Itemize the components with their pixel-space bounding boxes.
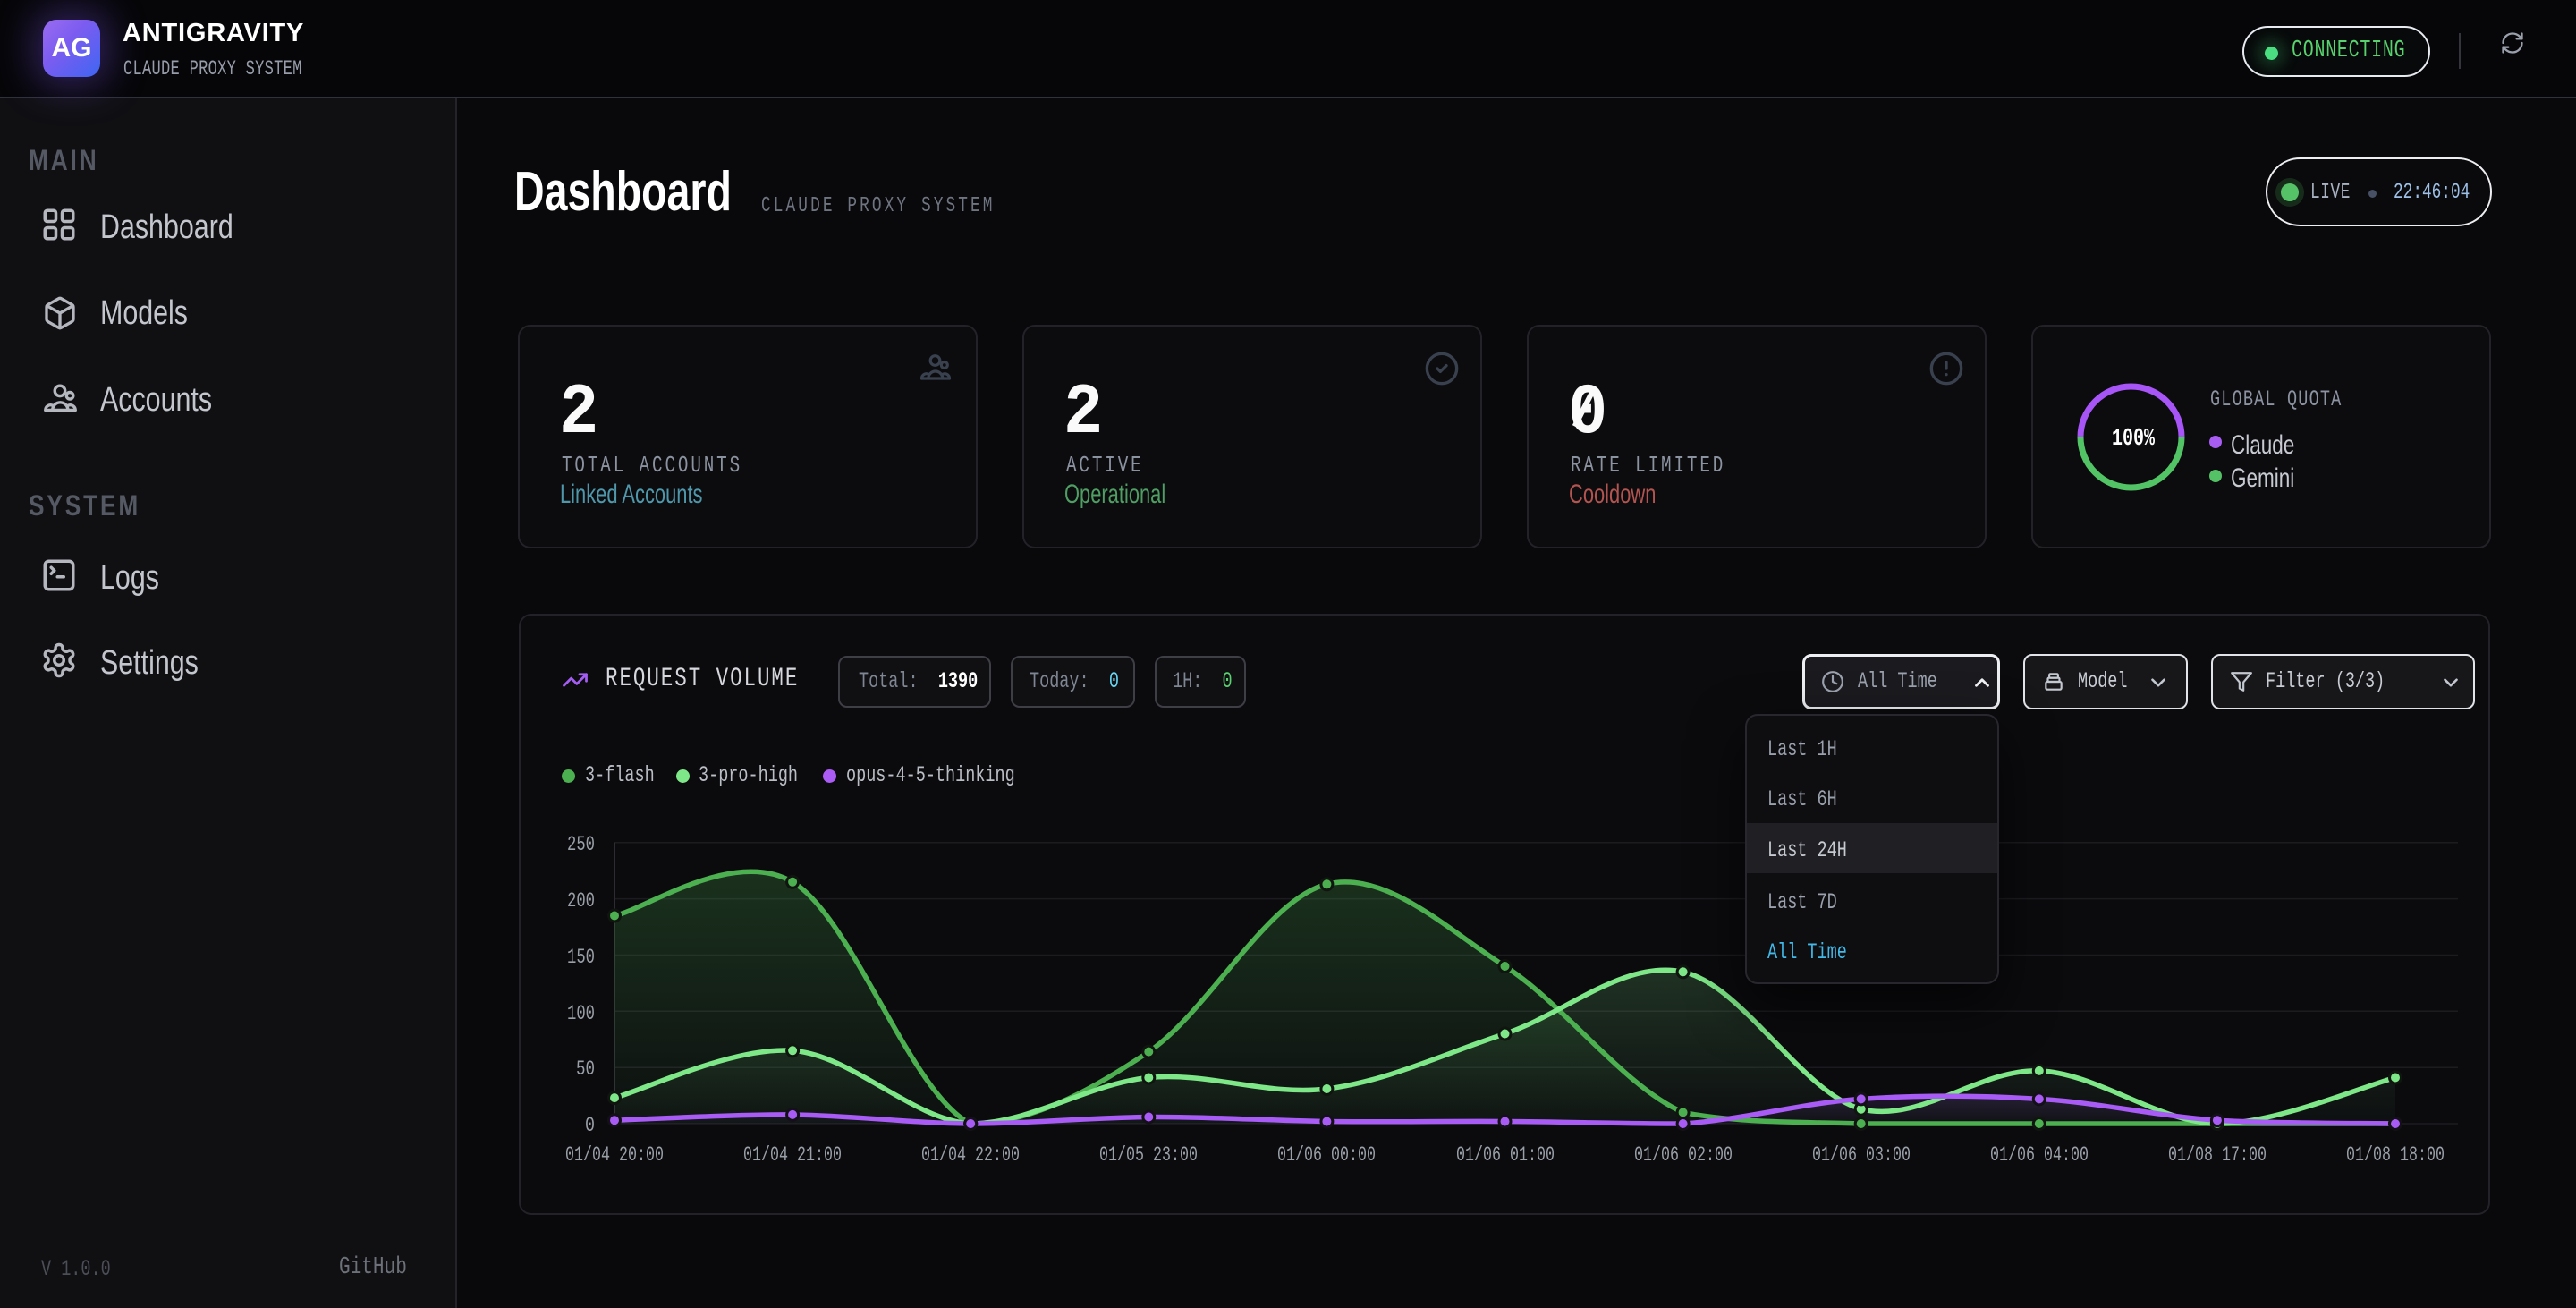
svg-text:150: 150 <box>567 946 595 969</box>
svg-text:100: 100 <box>567 1002 595 1025</box>
svg-text:01/06 04:00: 01/06 04:00 <box>1990 1143 2089 1167</box>
svg-text:01/06 01:00: 01/06 01:00 <box>1456 1143 1555 1167</box>
svg-text:01/04 22:00: 01/04 22:00 <box>921 1143 1020 1167</box>
svg-text:01/06 03:00: 01/06 03:00 <box>1812 1143 1911 1167</box>
svg-text:01/05 23:00: 01/05 23:00 <box>1099 1143 1198 1167</box>
svg-text:01/06 02:00: 01/06 02:00 <box>1634 1143 1733 1167</box>
svg-text:250: 250 <box>567 833 595 856</box>
svg-text:01/08 18:00: 01/08 18:00 <box>2346 1143 2445 1167</box>
svg-text:01/04 21:00: 01/04 21:00 <box>743 1143 842 1167</box>
svg-text:200: 200 <box>567 889 595 913</box>
svg-text:50: 50 <box>576 1057 595 1081</box>
svg-text:01/04 20:00: 01/04 20:00 <box>565 1143 664 1167</box>
svg-text:01/06 00:00: 01/06 00:00 <box>1277 1143 1376 1167</box>
svg-text:01/08 17:00: 01/08 17:00 <box>2168 1143 2267 1167</box>
svg-text:0: 0 <box>585 1114 595 1137</box>
